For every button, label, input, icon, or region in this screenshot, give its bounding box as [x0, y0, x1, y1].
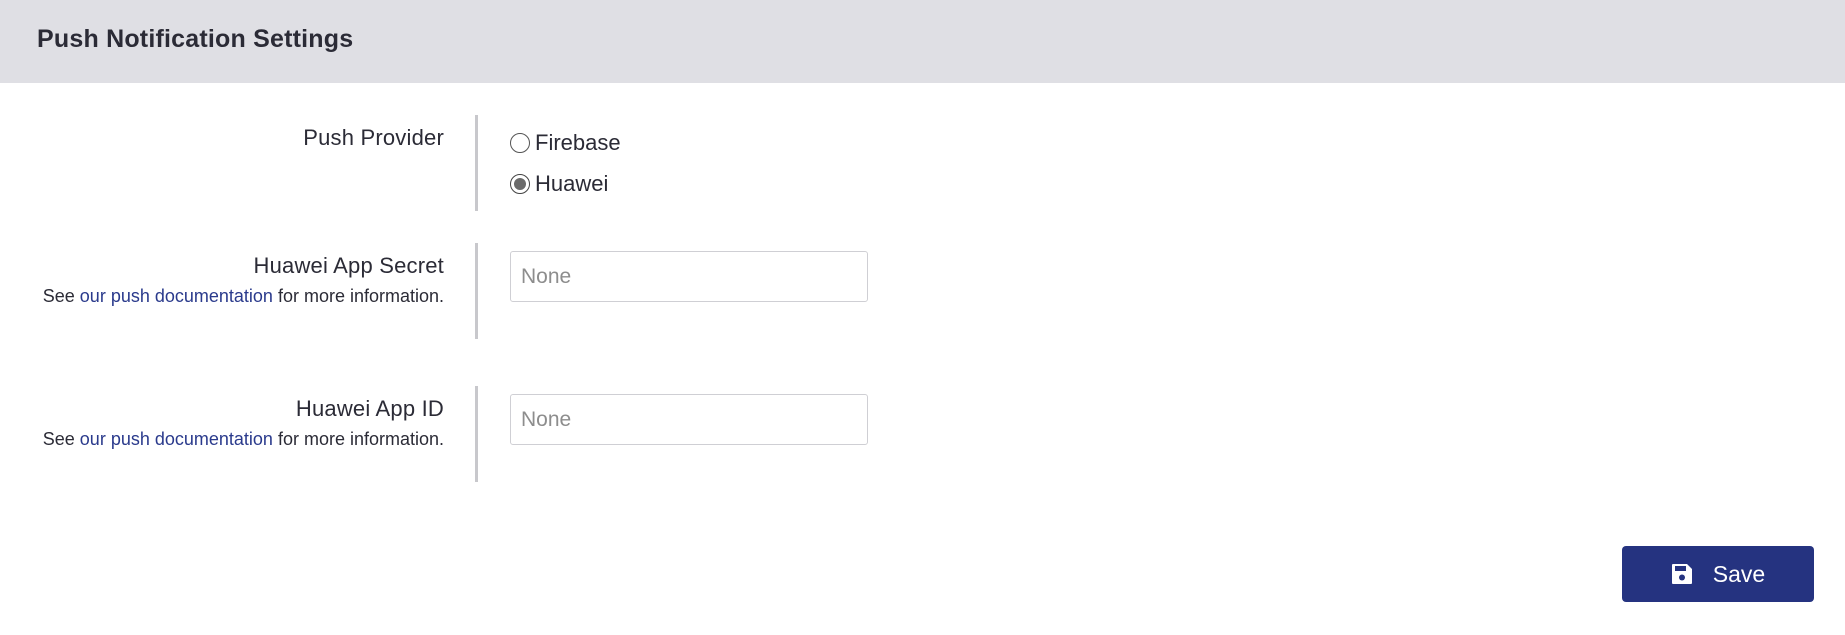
app-secret-label-col: Huawei App Secret See our push documenta…: [0, 253, 444, 308]
page-title: Push Notification Settings: [37, 25, 354, 53]
radio-huawei-circle[interactable]: [510, 174, 530, 194]
app-secret-label: Huawei App Secret: [253, 253, 444, 278]
floppy-disk-icon: [1671, 564, 1692, 584]
radio-firebase-label: Firebase: [535, 130, 621, 155]
push-provider-label: Push Provider: [303, 125, 444, 150]
app-secret-help: See our push documentation for more info…: [0, 285, 444, 308]
app-secret-divider: [475, 243, 478, 339]
app-id-divider: [475, 386, 478, 482]
app-id-docs-link[interactable]: our push documentation: [80, 429, 273, 449]
app-secret-input[interactable]: [510, 251, 868, 302]
radio-firebase-circle[interactable]: [510, 133, 530, 153]
radio-huawei-label: Huawei: [535, 171, 609, 196]
app-id-label-col: Huawei App ID See our push documentation…: [0, 396, 444, 451]
app-id-help: See our push documentation for more info…: [0, 428, 444, 451]
app-secret-docs-link[interactable]: our push documentation: [80, 286, 273, 306]
push-provider-divider: [475, 115, 478, 211]
app-secret-help-suffix: for more information.: [272, 286, 444, 306]
app-id-help-prefix: See: [42, 429, 80, 449]
save-button-label: Save: [1712, 560, 1766, 587]
push-provider-label-col: Push Provider: [0, 125, 444, 151]
radio-huawei[interactable]: Huawei: [510, 171, 608, 197]
page-header: Push Notification Settings: [0, 0, 1845, 83]
save-button[interactable]: Save: [1622, 546, 1814, 602]
app-id-input[interactable]: [510, 394, 868, 445]
app-id-help-suffix: for more information.: [272, 429, 444, 449]
radio-firebase[interactable]: Firebase: [510, 130, 621, 156]
app-id-label: Huawei App ID: [295, 396, 444, 421]
app-secret-help-prefix: See: [42, 286, 80, 306]
